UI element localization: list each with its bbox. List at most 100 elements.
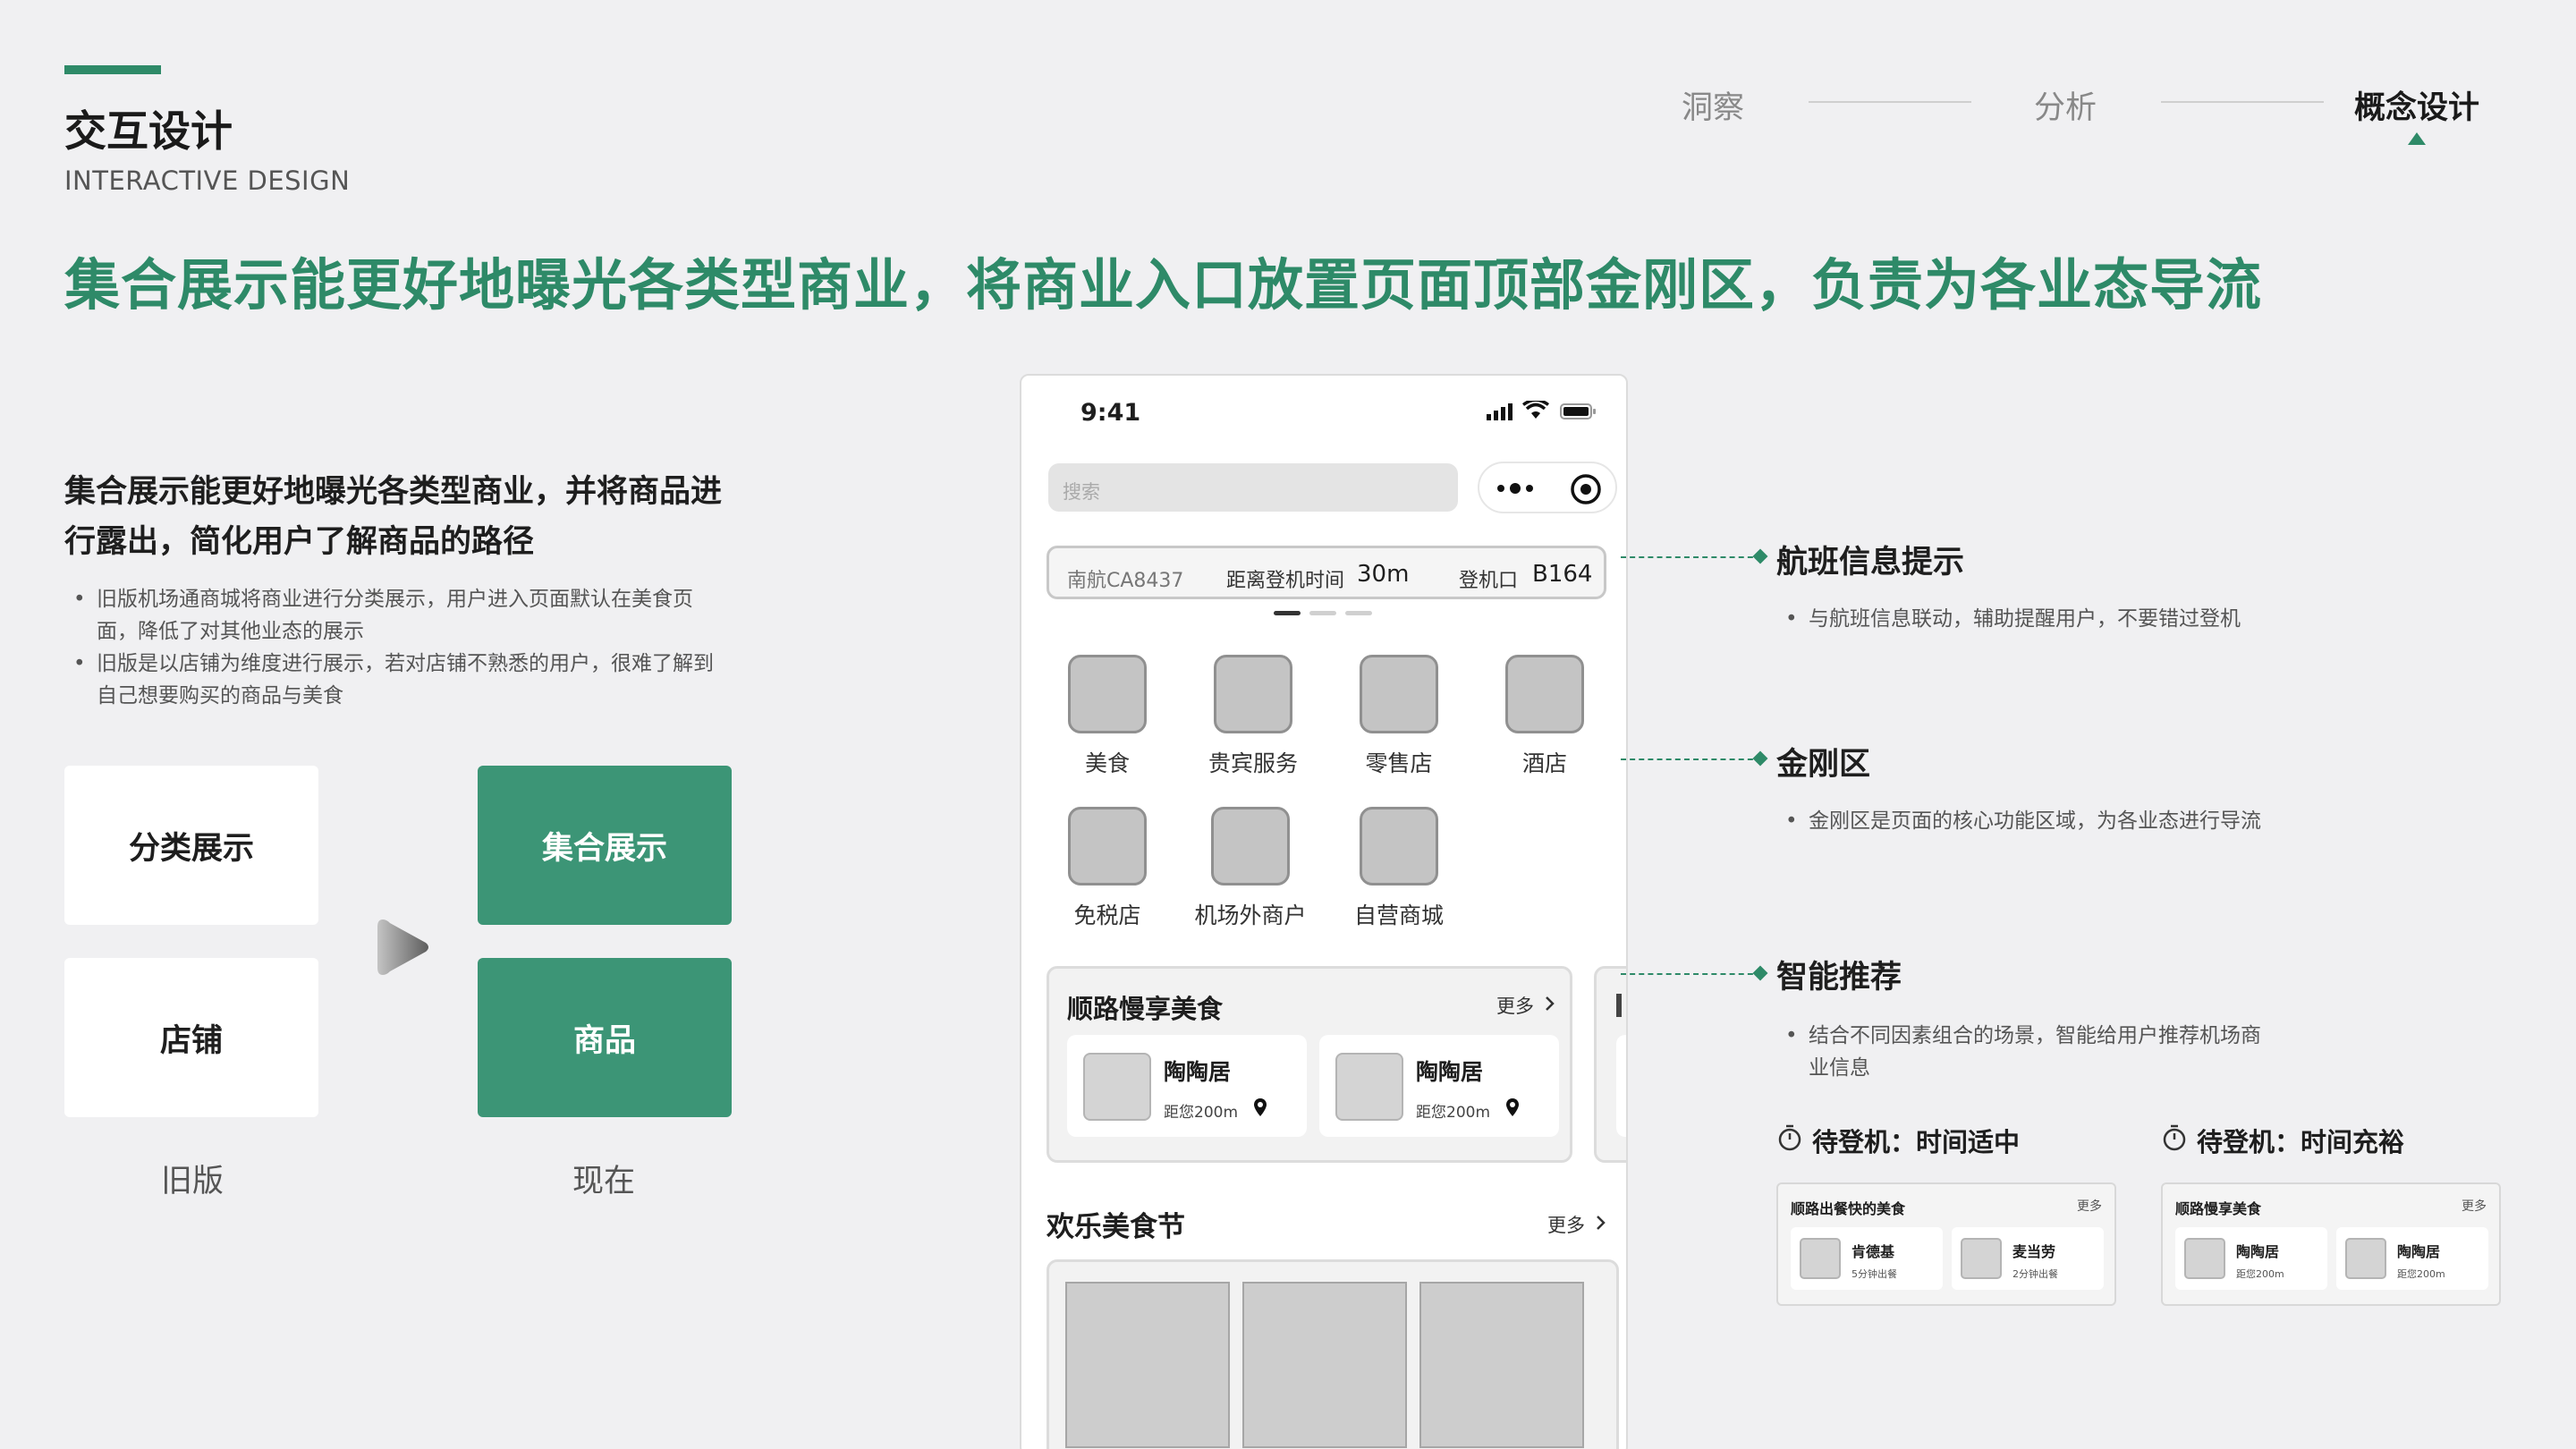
scene-a-item: 肯德基 5分钟出餐 [1791,1227,1943,1290]
stopwatch-icon [2163,1124,2186,1151]
store-note: 距您200m [2236,1268,2284,1280]
festival-grid [1046,1259,1619,1449]
store-thumbnail [1083,1053,1151,1121]
boarding-time-label: 距离登机时间 [1226,570,1345,592]
arrow-right-icon [377,919,428,975]
category-vip-service-icon[interactable] [1214,655,1292,733]
recommend-item[interactable]: 陶陶居 距您200m [1067,1035,1307,1137]
status-time: 9:41 [1080,399,1141,427]
scene-b-item: 陶陶居 距您200m [2336,1227,2488,1290]
store-name: 陶陶居 [1416,1059,1484,1085]
recommend-title: 顺路慢享美食 [1067,994,1224,1024]
store-distance: 距您200m [1164,1104,1239,1122]
recommend-item[interactable]: 陶陶居 距您200m [1319,1035,1559,1137]
festival-image[interactable] [1065,1282,1230,1448]
page-subtitle: INTERACTIVE DESIGN [64,165,351,196]
scene-b-item: 陶陶居 距您200m [2175,1227,2327,1290]
festival-more-link[interactable]: 更多 [1547,1211,1585,1238]
carousel-dot-active [1274,611,1301,615]
scene-a-card: 顺路出餐快的美食 更多 肯德基 5分钟出餐 麦当劳 2分钟出餐 [1776,1182,2116,1306]
store-note: 距您200m [2397,1268,2445,1280]
store-name: 陶陶居 [1164,1059,1232,1085]
annotation-smart-desc-cont: 业信息 [1809,1056,1870,1080]
recommend-more-link[interactable]: 更多 [1496,992,1534,1019]
stopwatch-icon [1778,1124,1801,1151]
annotation-smart-desc: 结合不同因素组合的场景，智能给用户推荐机场商 [1776,1020,2261,1052]
store-thumbnail [1800,1238,1841,1279]
location-pin-icon [1254,1098,1267,1116]
category-hotel-label: 酒店 [1521,750,1567,776]
festival-image[interactable] [1419,1282,1584,1448]
old-version-caption: 旧版 [161,1164,225,1199]
store-name: 肯德基 [1852,1243,1895,1260]
category-off-airport-label: 机场外商户 [1194,902,1307,928]
scene-a-more-link: 更多 [2077,1199,2102,1214]
connector-marker [1752,750,1768,767]
next-card-title-fragment [1616,994,1622,1017]
scene-b-title: 待登机：时间充裕 [2197,1127,2405,1157]
connector-marker [1752,548,1768,564]
flight-number: 南航CA8437 [1067,570,1184,592]
search-input[interactable]: 搜索 [1048,463,1458,512]
category-off-airport-icon[interactable] [1211,807,1290,886]
recommend-next-card-peek[interactable] [1594,966,1626,1163]
old-card-category-display: 分类展示 [64,766,318,925]
title-accent-bar [64,65,161,74]
new-card-product: 商品 [478,958,732,1117]
old-card-store: 店铺 [64,958,318,1117]
category-retail-label: 零售店 [1365,750,1433,776]
category-duty-free-label: 免税店 [1073,902,1141,928]
scene-a-title: 待登机：时间适中 [1812,1127,2021,1157]
step-insight: 洞察 [1682,90,1745,126]
miniprogram-capsule [1478,462,1617,513]
category-self-mall-icon[interactable] [1360,807,1438,886]
category-retail-icon[interactable] [1360,655,1438,733]
gate-label: 登机口 [1459,570,1519,592]
category-self-mall-label: 自营商城 [1353,902,1444,928]
close-target-icon[interactable] [1569,472,1603,506]
next-card-item-fragment [1616,1035,1626,1137]
connector-line [1621,973,1762,975]
festival-title: 欢乐美食节 [1046,1211,1185,1243]
page-title: 交互设计 [64,107,233,157]
connector-marker [1752,965,1768,981]
connector-line [1621,758,1762,760]
boarding-time-value: 30m [1357,561,1410,588]
annotation-flight-title: 航班信息提示 [1776,545,1965,580]
category-duty-free-icon[interactable] [1068,807,1147,886]
store-note: 5分钟出餐 [1852,1268,1897,1280]
store-thumbnail [2184,1238,2225,1279]
store-thumbnail [1335,1053,1403,1121]
flight-info-bar[interactable]: 南航CA8437 距离登机时间 30m 登机口 B164 [1046,546,1606,599]
scene-b-card-title: 顺路慢享美食 [2175,1200,2262,1217]
step-concept-design: 概念设计 [2354,90,2480,126]
step-divider [1809,101,1971,103]
section-heading: 集合展示能更好地曝光各类型商业，并将商品进行露出，简化用户了解商品的路径 [64,474,723,560]
store-name: 陶陶居 [2236,1243,2280,1260]
scene-b-card: 顺路慢享美食 更多 陶陶居 距您200m 陶陶居 距您200m [2161,1182,2501,1306]
store-thumbnail [2345,1238,2386,1279]
phone-mockup: 9:41 搜索 南航CA8437 距离登机时间 30m 登机口 B164 美食 … [1020,374,1628,1449]
annotation-flight-desc: 与航班信息联动，辅助提醒用户，不要错过登机 [1776,603,2241,635]
carousel-dot [1309,611,1336,615]
category-food-label: 美食 [1084,750,1130,776]
festival-image[interactable] [1242,1282,1407,1448]
carousel-dot [1345,611,1372,615]
recommend-section: 顺路慢享美食 更多 陶陶居 距您200m 陶陶居 距您200m [1046,966,1572,1163]
store-note: 2分钟出餐 [2012,1268,2058,1280]
bullet-item: 旧版是以店铺为维度进行展示，若对店铺不熟悉的用户，很难了解到自己想要购买的商品与… [64,648,726,712]
annotation-kingkong-desc: 金刚区是页面的核心功能区域，为各业态进行导流 [1776,805,2261,837]
wifi-icon [1522,401,1549,419]
search-placeholder: 搜索 [1063,481,1100,503]
headline: 集合展示能更好地曝光各类型商业，将商业入口放置页面顶部金刚区，负责为各业态导流 [64,252,2263,318]
more-dots-icon[interactable] [1496,479,1535,497]
battery-icon [1560,403,1596,419]
step-analysis: 分析 [2034,90,2097,126]
store-distance: 距您200m [1416,1104,1491,1122]
category-hotel-icon[interactable] [1505,655,1584,733]
active-step-indicator [2408,132,2426,145]
connector-line [1621,556,1762,558]
signal-icon [1487,403,1513,420]
category-food-icon[interactable] [1068,655,1147,733]
gate-value: B164 [1532,561,1593,588]
